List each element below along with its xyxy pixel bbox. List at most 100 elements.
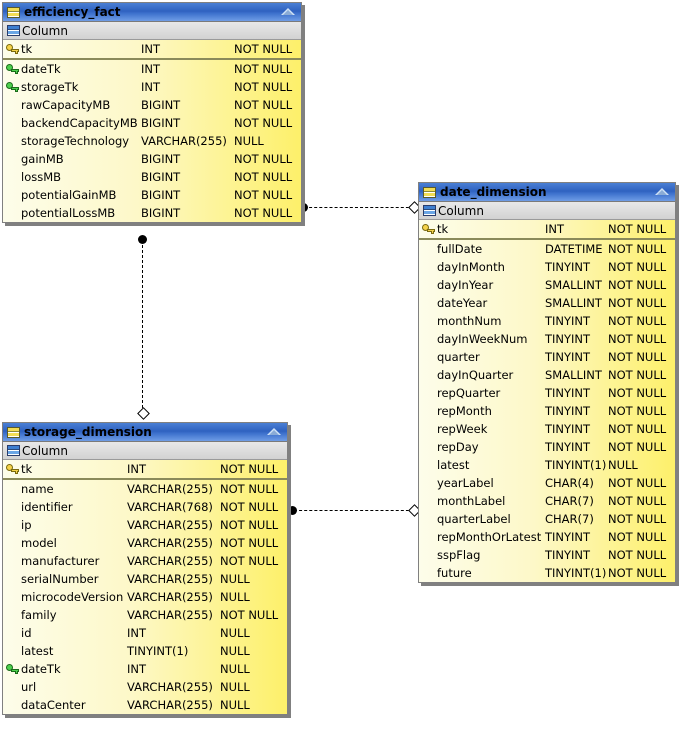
table-row[interactable]: tk INT NOT NULL bbox=[3, 40, 301, 58]
column-name: tk bbox=[21, 42, 33, 56]
table-row[interactable]: dayInQuarter SMALLINT NOT NULL bbox=[419, 366, 675, 384]
table-row[interactable]: monthNum TINYINT NOT NULL bbox=[419, 312, 675, 330]
gold-key-icon bbox=[3, 463, 21, 475]
table-row[interactable]: fullDate DATETIME NOT NULL bbox=[419, 240, 675, 258]
table-row[interactable]: quarter TINYINT NOT NULL bbox=[419, 348, 675, 366]
column-name: monthNum bbox=[437, 314, 502, 328]
table-row[interactable]: serialNumber VARCHAR(255) NULL bbox=[3, 570, 287, 588]
column-type: VARCHAR(255) bbox=[127, 536, 213, 550]
column-name: model bbox=[21, 536, 57, 550]
table-row[interactable]: dayInMonth TINYINT NOT NULL bbox=[419, 258, 675, 276]
relationship-line[interactable] bbox=[304, 207, 414, 208]
column-name: dayInYear bbox=[437, 278, 494, 292]
table-row[interactable]: ip VARCHAR(255) NOT NULL bbox=[3, 516, 287, 534]
table-row[interactable]: family VARCHAR(255) NOT NULL bbox=[3, 606, 287, 624]
entity-title-bar[interactable]: storage_dimension bbox=[3, 423, 287, 442]
column-name: fullDate bbox=[437, 242, 483, 256]
green-key-icon bbox=[3, 81, 21, 93]
table-row[interactable]: dayInWeekNum TINYINT NOT NULL bbox=[419, 330, 675, 348]
column-name: rawCapacityMB bbox=[21, 98, 111, 112]
column-icon bbox=[7, 445, 20, 456]
column-type: TINYINT(1) bbox=[545, 458, 607, 472]
table-row[interactable]: dataCenter VARCHAR(255) NULL bbox=[3, 696, 287, 714]
column-type: TINYINT bbox=[545, 314, 591, 328]
entity-storage-dimension[interactable]: storage_dimension Column tk INT NOT NULL… bbox=[2, 422, 288, 715]
column-nullable: NOT NULL bbox=[608, 332, 667, 346]
column-nullable: NULL bbox=[220, 680, 250, 694]
table-row[interactable]: name VARCHAR(255) NOT NULL bbox=[3, 480, 287, 498]
column-type: BIGINT bbox=[141, 152, 181, 166]
entity-title-bar[interactable]: date_dimension bbox=[419, 183, 675, 202]
table-icon bbox=[7, 426, 20, 438]
relationship-line[interactable] bbox=[142, 240, 143, 418]
collapse-triangle-icon[interactable] bbox=[655, 188, 669, 195]
column-type: TINYINT bbox=[545, 332, 591, 346]
table-row[interactable]: dateYear SMALLINT NOT NULL bbox=[419, 294, 675, 312]
table-row[interactable]: storageTk INT NOT NULL bbox=[3, 78, 301, 96]
table-row[interactable]: backendCapacityMB BIGINT NOT NULL bbox=[3, 114, 301, 132]
column-type: BIGINT bbox=[141, 116, 181, 130]
collapse-triangle-icon[interactable] bbox=[281, 8, 295, 15]
column-name: dayInQuarter bbox=[437, 368, 514, 382]
table-row[interactable]: potentialGainMB BIGINT NOT NULL bbox=[3, 186, 301, 204]
column-type: TINYINT(1) bbox=[127, 644, 189, 658]
table-row[interactable]: rawCapacityMB BIGINT NOT NULL bbox=[3, 96, 301, 114]
table-row[interactable]: latest TINYINT(1) NULL bbox=[3, 642, 287, 660]
column-nullable: NOT NULL bbox=[220, 500, 279, 514]
table-row[interactable]: gainMB BIGINT NOT NULL bbox=[3, 150, 301, 168]
table-row[interactable]: dateTk INT NULL bbox=[3, 660, 287, 678]
column-type: BIGINT bbox=[141, 188, 181, 202]
table-row[interactable]: yearLabel CHAR(4) NOT NULL bbox=[419, 474, 675, 492]
table-row[interactable]: potentialLossMB BIGINT NOT NULL bbox=[3, 204, 301, 222]
table-row[interactable]: dayInYear SMALLINT NOT NULL bbox=[419, 276, 675, 294]
column-name: latest bbox=[437, 458, 470, 472]
table-row[interactable]: repQuarter TINYINT NOT NULL bbox=[419, 384, 675, 402]
table-row[interactable]: dateTk INT NOT NULL bbox=[3, 60, 301, 78]
table-row[interactable]: repDay TINYINT NOT NULL bbox=[419, 438, 675, 456]
table-row[interactable]: repMonthOrLatest TINYINT NOT NULL bbox=[419, 528, 675, 546]
column-nullable: NOT NULL bbox=[608, 566, 667, 580]
table-row[interactable]: id INT NULL bbox=[3, 624, 287, 642]
column-nullable: NOT NULL bbox=[608, 350, 667, 364]
column-name: latest bbox=[21, 644, 54, 658]
table-row[interactable]: monthLabel CHAR(7) NOT NULL bbox=[419, 492, 675, 510]
entity-efficiency-fact[interactable]: efficiency_fact Column tk INT NOT NULL d… bbox=[2, 2, 302, 223]
column-type: VARCHAR(255) bbox=[127, 554, 213, 568]
column-name: repQuarter bbox=[437, 386, 501, 400]
column-name: potentialGainMB bbox=[21, 188, 117, 202]
column-type: INT bbox=[127, 662, 147, 676]
column-nullable: NOT NULL bbox=[608, 278, 667, 292]
table-row[interactable]: sspFlag TINYINT NOT NULL bbox=[419, 546, 675, 564]
table-row[interactable]: microcodeVersion VARCHAR(255) NULL bbox=[3, 588, 287, 606]
column-nullable: NOT NULL bbox=[608, 386, 667, 400]
column-type: TINYINT bbox=[545, 386, 591, 400]
collapse-triangle-icon[interactable] bbox=[267, 428, 281, 435]
table-row[interactable]: quarterLabel CHAR(7) NOT NULL bbox=[419, 510, 675, 528]
column-type: TINYINT bbox=[545, 404, 591, 418]
column-name: family bbox=[21, 608, 57, 622]
table-row[interactable]: lossMB BIGINT NOT NULL bbox=[3, 168, 301, 186]
table-row[interactable]: identifier VARCHAR(768) NOT NULL bbox=[3, 498, 287, 516]
column-nullable: NOT NULL bbox=[608, 476, 667, 490]
entity-date-dimension[interactable]: date_dimension Column tk INT NOT NULL fu… bbox=[418, 182, 676, 583]
column-icon bbox=[7, 25, 20, 36]
hollow-diamond-marker bbox=[137, 407, 150, 420]
column-name: future bbox=[437, 566, 472, 580]
column-name: name bbox=[21, 482, 54, 496]
table-row[interactable]: manufacturer VARCHAR(255) NOT NULL bbox=[3, 552, 287, 570]
table-row[interactable]: latest TINYINT(1) NULL bbox=[419, 456, 675, 474]
column-nullable: NULL bbox=[220, 662, 250, 676]
table-row[interactable]: future TINYINT(1) NOT NULL bbox=[419, 564, 675, 582]
table-row[interactable]: tk INT NOT NULL bbox=[3, 460, 287, 478]
table-row[interactable]: tk INT NOT NULL bbox=[419, 220, 675, 238]
table-row[interactable]: model VARCHAR(255) NOT NULL bbox=[3, 534, 287, 552]
table-row[interactable]: repWeek TINYINT NOT NULL bbox=[419, 420, 675, 438]
relationship-line[interactable] bbox=[294, 510, 414, 511]
table-row[interactable]: url VARCHAR(255) NULL bbox=[3, 678, 287, 696]
column-name: gainMB bbox=[21, 152, 64, 166]
column-type: CHAR(4) bbox=[545, 476, 594, 490]
table-row[interactable]: repMonth TINYINT NOT NULL bbox=[419, 402, 675, 420]
column-type: VARCHAR(255) bbox=[127, 698, 213, 712]
entity-title-bar[interactable]: efficiency_fact bbox=[3, 3, 301, 22]
table-row[interactable]: storageTechnology VARCHAR(255) NULL bbox=[3, 132, 301, 150]
